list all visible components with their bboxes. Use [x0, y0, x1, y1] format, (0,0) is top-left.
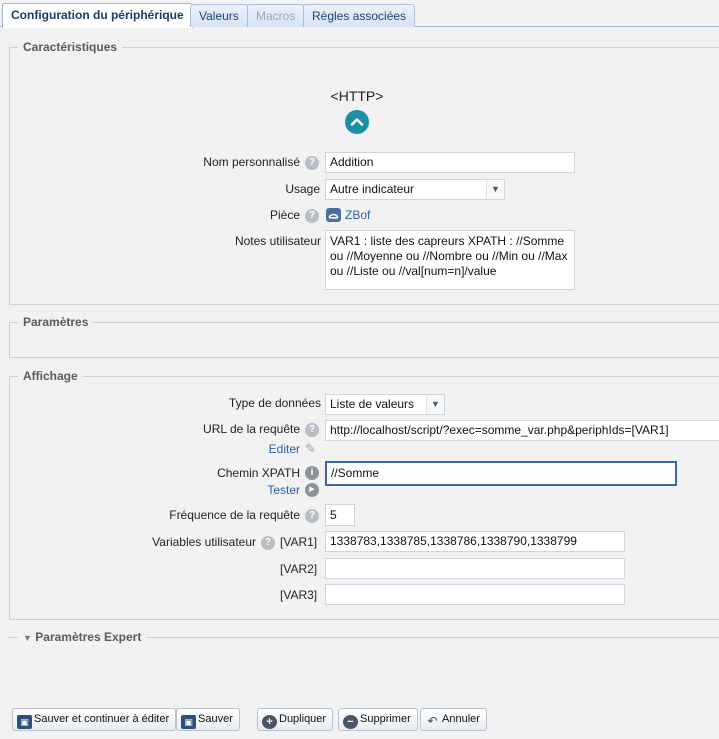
tab-regles-associees[interactable]: Règles associées [303, 4, 416, 27]
chevron-down-icon: ▼ [426, 395, 444, 414]
var2-label: [VAR2] [280, 562, 318, 576]
minus-circle-icon: − [343, 715, 358, 729]
var1-input[interactable]: 1338783,1338785,1338786,1338790,1338799 [325, 531, 625, 552]
pencil-icon[interactable]: ✎ [305, 442, 316, 456]
var3-input[interactable] [325, 584, 625, 605]
plus-circle-icon: + [262, 715, 277, 729]
legend-affichage: Affichage [18, 369, 83, 383]
help-icon[interactable]: ? [305, 156, 319, 170]
usage-label: Usage [285, 182, 320, 196]
expert-toggle[interactable]: ▼ Paramètres Expert [18, 630, 147, 645]
editer-link[interactable]: Editer [269, 441, 300, 457]
var3-label: [VAR3] [280, 588, 318, 602]
var1-label: [VAR1] [280, 535, 318, 549]
usage-value: Autre indicateur [330, 182, 415, 196]
save-continue-button[interactable]: ▣ Sauver et continuer à éditer [12, 708, 177, 731]
variables-label: Variables utilisateur [152, 535, 256, 549]
room-icon [326, 208, 341, 222]
expand-triangle-icon: ▼ [23, 633, 32, 643]
tab-bar: Configuration du périphérique Valeurs Ma… [0, 0, 719, 28]
delete-label: Supprimer [360, 713, 411, 725]
undo-icon: ↶ [427, 714, 438, 728]
duplicate-button[interactable]: + Dupliquer [257, 708, 334, 731]
save-continue-label: Sauver et continuer à éditer [34, 713, 170, 725]
notes-textarea[interactable]: VAR1 : liste des capreurs XPATH : //Somm… [325, 230, 575, 290]
tester-link[interactable]: Tester [267, 482, 300, 498]
help-icon[interactable]: ? [261, 536, 275, 550]
xpath-label: Chemin XPATH [217, 466, 300, 480]
floppy-icon: ▣ [181, 715, 196, 729]
floppy-icon: ▣ [17, 715, 32, 729]
save-button[interactable]: ▣ Sauver [176, 708, 240, 731]
duplicate-label: Dupliquer [279, 713, 327, 725]
frequence-label: Fréquence de la requête [169, 508, 300, 522]
notes-label: Notes utilisateur [234, 234, 321, 248]
cancel-button[interactable]: ↶ Annuler [420, 708, 487, 731]
tab-configuration[interactable]: Configuration du périphérique [2, 3, 193, 28]
info-icon[interactable]: i [305, 466, 319, 480]
var2-input[interactable] [325, 558, 625, 579]
cancel-label: Annuler [442, 713, 480, 725]
tab-valeurs[interactable]: Valeurs [190, 4, 248, 27]
legend-caracteristiques: Caractéristiques [18, 40, 123, 54]
device-type-label: <HTTP> [330, 88, 384, 104]
frequence-input[interactable]: 5 [325, 504, 355, 526]
expert-legend: Paramètres Expert [35, 630, 142, 644]
fieldset-parametres: Paramètres [9, 315, 719, 358]
type-label: Type de données [228, 396, 321, 410]
delete-button[interactable]: − Supprimer [338, 708, 418, 731]
nom-input[interactable]: Addition [325, 152, 575, 173]
save-label: Sauver [198, 713, 233, 725]
nom-label: Nom personnalisé [203, 155, 300, 169]
help-icon[interactable]: ? [305, 509, 319, 523]
url-input[interactable]: http://localhost/script/?exec=somme_var.… [325, 420, 719, 441]
piece-link[interactable]: ZBof [345, 207, 370, 223]
usage-select[interactable]: Autre indicateur ▼ [325, 179, 505, 200]
chevron-down-icon: ▼ [486, 180, 504, 199]
help-icon[interactable]: ? [305, 423, 319, 437]
play-icon[interactable]: ▶ [305, 483, 319, 497]
type-value: Liste de valeurs [330, 397, 415, 411]
xpath-input[interactable]: //Somme [325, 461, 677, 486]
collapse-icon[interactable] [345, 110, 369, 134]
legend-parametres: Paramètres [18, 315, 94, 329]
tab-macros[interactable]: Macros [247, 4, 305, 27]
url-label: URL de la requête [203, 422, 300, 436]
help-icon[interactable]: ? [305, 209, 319, 223]
piece-label: Pièce [269, 208, 300, 222]
type-select[interactable]: Liste de valeurs ▼ [325, 394, 445, 415]
